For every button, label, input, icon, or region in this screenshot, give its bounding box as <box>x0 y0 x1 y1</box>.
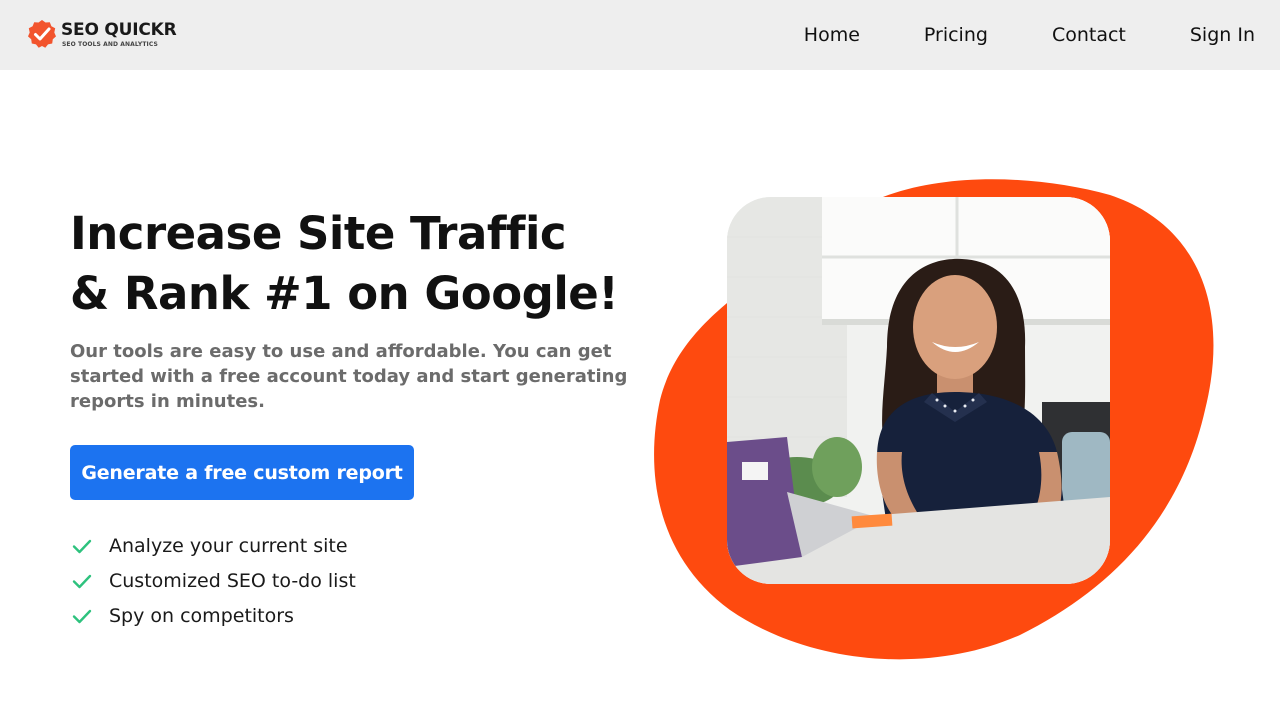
nav-pricing-link[interactable]: Pricing <box>924 24 988 46</box>
hero-title-line-1: Increase Site Traffic <box>70 207 567 260</box>
feature-item: Spy on competitors <box>70 598 356 633</box>
feature-label: Customized SEO to-do list <box>109 569 356 592</box>
brand-name: SEO QUICKR <box>61 20 177 40</box>
brand-logo[interactable]: SEO QUICKR SEO TOOLS AND ANALYTICS <box>27 18 197 54</box>
check-icon <box>72 609 92 623</box>
feature-label: Analyze your current site <box>109 534 348 557</box>
main-nav: Home Pricing Contact Sign In <box>740 0 1255 70</box>
check-icon <box>72 539 92 553</box>
nav-sign-in-link[interactable]: Sign In <box>1190 24 1255 46</box>
generate-report-button[interactable]: Generate a free custom report <box>70 445 414 500</box>
hero-subtitle: Our tools are easy to use and affordable… <box>70 341 628 412</box>
feature-list: Analyze your current site Customized SEO… <box>70 528 356 633</box>
nav-contact-link[interactable]: Contact <box>1052 24 1126 46</box>
brand-tagline: SEO TOOLS AND ANALYTICS <box>62 41 158 48</box>
feature-label: Spy on competitors <box>109 604 294 627</box>
check-badge-icon <box>28 20 56 48</box>
hero-illustration <box>640 170 1240 670</box>
top-navigation-bar: SEO QUICKR SEO TOOLS AND ANALYTICS Home … <box>0 0 1280 70</box>
hero-title: Increase Site Traffic & Rank #1 on Googl… <box>70 204 690 324</box>
hero-title-line-2: & Rank #1 on Google! <box>70 267 619 320</box>
check-icon <box>72 574 92 588</box>
smiling-woman-photo <box>727 197 1110 584</box>
feature-item: Analyze your current site <box>70 528 356 563</box>
feature-item: Customized SEO to-do list <box>70 563 356 598</box>
nav-home-link[interactable]: Home <box>804 24 860 46</box>
